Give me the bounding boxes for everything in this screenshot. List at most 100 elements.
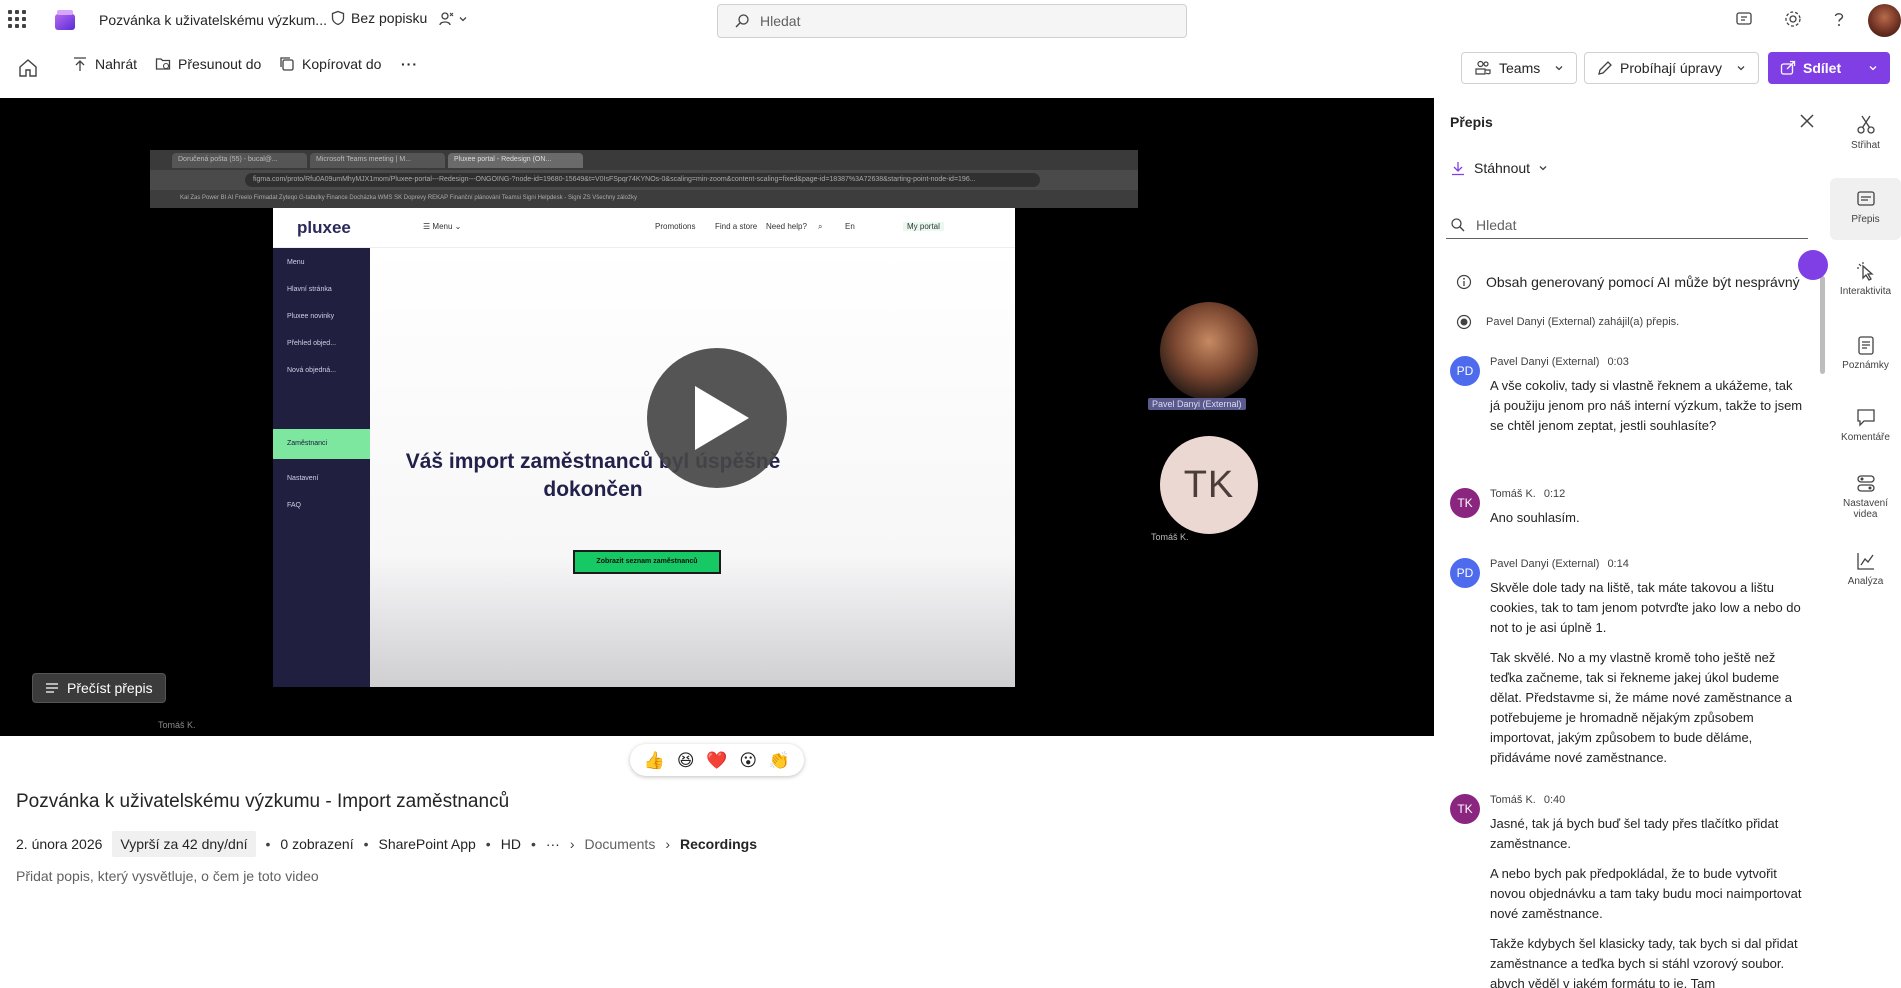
meta-separator: • — [485, 836, 491, 852]
entry-timestamp[interactable]: 0:14 — [1607, 558, 1628, 570]
transcript-search-input[interactable]: Hledat — [1446, 211, 1808, 239]
move-to-label: Přesunout do — [178, 56, 262, 72]
pluxee-logo: pluxee — [297, 218, 351, 237]
entry-timestamp[interactable]: 0:12 — [1544, 488, 1565, 500]
description-input[interactable]: Přidat popis, který vysvětluje, o čem je… — [16, 868, 319, 884]
speaker-name: Pavel Danyi (External) — [1490, 558, 1600, 570]
gear-icon[interactable] — [1782, 8, 1804, 30]
top-search-input[interactable]: Hledat — [717, 4, 1187, 38]
quality-badge: HD — [500, 836, 521, 852]
entry-text: A vše cokoliv, tady si vlastně řeknem a … — [1490, 378, 1803, 433]
chevron-down-icon — [1539, 166, 1547, 171]
copy-to-button[interactable]: Kopírovat do — [279, 56, 381, 72]
entry-timestamp[interactable]: 0:03 — [1607, 356, 1628, 368]
reaction-heart[interactable]: ❤️ — [706, 752, 727, 769]
transcript-start-text: Pavel Danyi (External) zahájil(a) přepis… — [1486, 316, 1680, 328]
rail-label: Střihat — [1851, 140, 1880, 151]
shield-icon — [331, 10, 345, 26]
info-icon — [1456, 274, 1472, 290]
user-avatar[interactable] — [1868, 4, 1901, 37]
reaction-clap[interactable]: 👏 — [769, 752, 790, 769]
web-sidebar-item: Zaměstnanci — [287, 440, 328, 447]
home-icon[interactable] — [17, 57, 39, 79]
web-nav-item: Need help? — [766, 222, 807, 231]
web-sidebar-item: Nová objedná... — [287, 367, 337, 374]
entry-header: Pavel Danyi (External) 0:03 — [1490, 356, 1629, 368]
interactivity-marker[interactable] — [1798, 250, 1828, 280]
speaker-avatar: TK — [1450, 488, 1480, 518]
share-label: Sdílet — [1803, 60, 1842, 76]
web-nav-item: Find a store — [715, 222, 758, 231]
top-bar: Pozvánka k uživatelskému výzkum... Bez p… — [0, 0, 1901, 42]
person-icon — [439, 12, 454, 26]
chevron-down-icon — [459, 17, 467, 22]
record-icon — [1456, 314, 1472, 330]
meta-separator: • — [363, 836, 369, 852]
rail-trim[interactable]: Střihat — [1830, 114, 1901, 166]
close-icon[interactable] — [1798, 112, 1816, 130]
upload-button[interactable]: Nahrát — [72, 56, 137, 72]
web-sidebar: Menu Hlavní stránka Pluxee novinky Přehl… — [273, 248, 370, 687]
pencil-icon — [1598, 61, 1612, 75]
reaction-like[interactable]: 👍 — [644, 752, 665, 769]
rail-video-settings[interactable]: Nastavení videa — [1830, 472, 1901, 534]
transcript-start-note: Pavel Danyi (External) zahájil(a) přepis… — [1456, 314, 1679, 330]
editing-mode-label: Probíhají úpravy — [1620, 60, 1722, 76]
cast-icon[interactable] — [1733, 8, 1755, 30]
teams-button[interactable]: Teams — [1461, 52, 1577, 84]
breadcrumb-documents[interactable]: Documents — [585, 836, 656, 852]
download-transcript-button[interactable]: Stáhnout — [1450, 160, 1548, 176]
right-rail: Střihat Přepis Interaktivita Poznámky Ko… — [1830, 98, 1901, 988]
breadcrumb-more[interactable]: ··· — [546, 836, 560, 852]
transcript-icon — [1856, 191, 1875, 206]
rail-notes[interactable]: Poznámky — [1830, 334, 1901, 386]
reaction-laugh[interactable]: 😆 — [677, 752, 695, 769]
sensitivity-label[interactable]: Bez popisku — [330, 10, 427, 26]
chevron-down-icon — [1869, 66, 1877, 71]
participant-name: Tomáš K. — [1151, 532, 1189, 542]
more-commands-button[interactable]: ··· — [401, 56, 418, 72]
shared-screen: Doručená pošta (55) - bucal@... Microsof… — [150, 150, 1138, 687]
meta-separator: • — [265, 836, 271, 852]
pluxee-web-page: pluxee ☰ Menu ⌄ Promotions Find a store … — [273, 208, 1015, 687]
app-launcher-icon[interactable] — [8, 10, 26, 28]
move-to-button[interactable]: Přesunout do — [155, 56, 261, 72]
play-button[interactable] — [647, 348, 787, 488]
sensitivity-text: Bez popisku — [351, 10, 428, 26]
editing-mode-button[interactable]: Probíhají úpravy — [1584, 52, 1759, 84]
browser-tab-active: Pluxee portal - Redesign (ON... — [448, 153, 583, 168]
entry-timestamp[interactable]: 0:40 — [1544, 794, 1565, 806]
rail-analytics[interactable]: Analýza — [1830, 550, 1901, 602]
transcript-scrollbar[interactable] — [1820, 276, 1825, 374]
download-label: Stáhnout — [1474, 160, 1531, 176]
rail-comments[interactable]: Komentáře — [1830, 406, 1901, 458]
ai-disclaimer: Obsah generovaný pomocí AI může být nesp… — [1456, 274, 1800, 290]
rail-transcript[interactable]: Přepis — [1830, 178, 1901, 240]
copy-to-label: Kopírovat do — [302, 56, 382, 72]
document-title[interactable]: Pozvánka k uživatelskému výzkum... — [99, 12, 327, 28]
help-icon[interactable] — [1828, 8, 1850, 30]
rail-interactivity[interactable]: Interaktivita — [1830, 260, 1901, 312]
browser-url: figma.com/proto/Rfu0A09umMhyMJX1mom/Plux… — [245, 173, 1040, 187]
teams-icon — [1475, 60, 1491, 75]
share-button[interactable]: Sdílet — [1768, 52, 1890, 84]
video-player[interactable]: Doručená pošta (55) - bucal@... Microsof… — [0, 98, 1434, 736]
entry-text: Tak skvělé. No a my vlastně kromě toho j… — [1490, 650, 1793, 765]
view-count: 0 zobrazení — [280, 836, 354, 852]
video-title[interactable]: Pozvánka k uživatelskému výzkumu - Impor… — [16, 791, 509, 813]
speaker-name: Pavel Danyi (External) — [1490, 356, 1600, 368]
reactions-bar: 👍 😆 ❤️ 😮 👏 — [630, 744, 804, 776]
video-settings-icon — [1856, 475, 1875, 492]
web-menu-link: ☰ Menu ⌄ — [423, 222, 462, 231]
entry-body: Ano souhlasím. — [1490, 508, 1805, 538]
entry-header: Tomáš K. 0:12 — [1490, 488, 1565, 500]
breadcrumb-recordings[interactable]: Recordings — [680, 836, 757, 852]
video-date: 2. února 2026 — [16, 836, 103, 852]
reaction-surprised[interactable]: 😮 — [739, 752, 757, 769]
read-transcript-button[interactable]: Přečíst přepis — [32, 673, 166, 703]
speaker-name: Tomáš K. — [1490, 488, 1536, 500]
expiry-badge[interactable]: Vyprší za 42 dny/dní — [112, 831, 256, 857]
search-icon — [735, 14, 749, 28]
share-icon — [1780, 60, 1796, 75]
people-menu[interactable] — [438, 10, 468, 28]
